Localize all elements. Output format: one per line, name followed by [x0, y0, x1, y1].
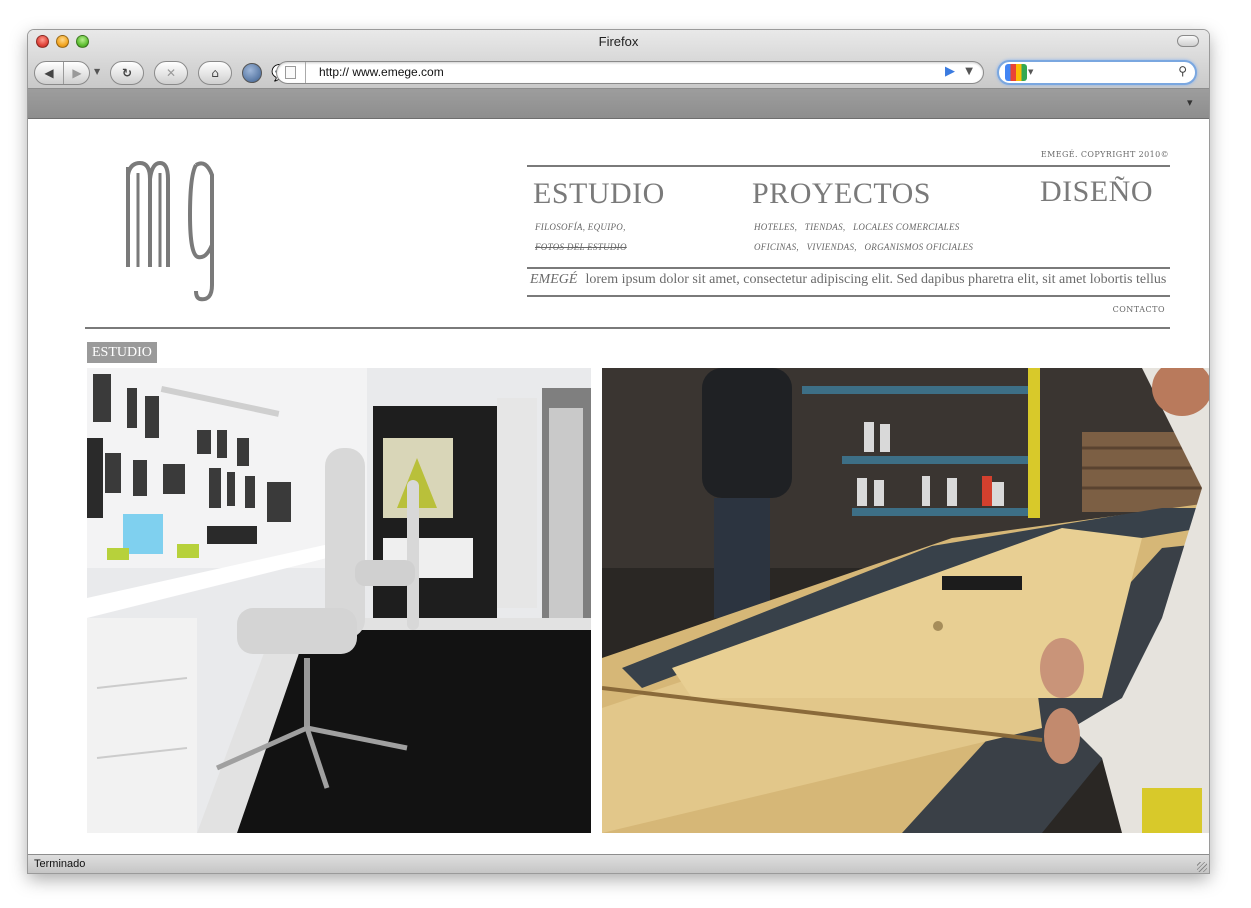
- engine-dropdown-icon[interactable]: ▼: [1028, 68, 1033, 76]
- status-bar: Terminado: [28, 854, 1209, 873]
- toolbar-toggle-button[interactable]: [1177, 35, 1199, 47]
- contact-link[interactable]: CONTACTO: [1113, 305, 1165, 314]
- url-dropdown-icon[interactable]: ▼: [965, 66, 973, 77]
- section-label: ESTUDIO: [87, 342, 157, 363]
- home-icon[interactable]: ⌂: [198, 61, 232, 85]
- page-content: EMEGÉ. COPYRIGHT 2010© ESTUDIO FILOSOFÍA…: [28, 119, 1209, 854]
- proyectos-sub-1[interactable]: HOTELES, TIENDAS, LOCALES COMERCIALES: [754, 222, 960, 232]
- go-arrow-icon[interactable]: ▶: [945, 64, 955, 79]
- persona-icon[interactable]: [242, 63, 262, 83]
- back-arrow-icon[interactable]: ◀: [35, 62, 64, 84]
- proyectos-sub-2[interactable]: OFICINAS, VIVIENDAS, ORGANISMOS OFICIALE…: [754, 242, 973, 252]
- status-text: Terminado: [34, 858, 86, 870]
- search-field[interactable]: ▼ ⚲: [997, 60, 1197, 85]
- window-title: Firefox: [598, 34, 639, 49]
- nav-diseno[interactable]: DISEÑO: [1040, 175, 1153, 209]
- workshop-photo: [602, 368, 1209, 833]
- browser-window: Firefox ◀ ▶ ▼ ↻ ✕ ⌂ 💬 http:// www.emege.…: [28, 30, 1209, 873]
- forward-arrow-icon[interactable]: ▶: [63, 62, 91, 84]
- tagline-text: lorem ipsum dolor sit amet, consectetur …: [585, 272, 1167, 287]
- resize-grip-icon[interactable]: [1197, 862, 1207, 872]
- google-icon[interactable]: [1005, 64, 1027, 81]
- address-separator: [305, 62, 306, 83]
- studio-office-photo: [87, 368, 591, 833]
- history-dropdown-icon[interactable]: ▼: [94, 67, 100, 76]
- estudio-sub-2[interactable]: FOTOS DEL ESTUDIO: [535, 242, 627, 252]
- tagline-brand: EMEGÉ: [530, 272, 578, 287]
- logo-mg[interactable]: [124, 155, 224, 305]
- back-forward-group: ◀ ▶: [34, 61, 90, 85]
- bookmarks-toolbar: ▾: [28, 89, 1209, 119]
- page-icon: [285, 66, 296, 79]
- url-text[interactable]: http:// www.emege.com: [319, 65, 444, 79]
- magnifier-icon[interactable]: ⚲: [1178, 64, 1187, 78]
- lower-rule: [527, 295, 1170, 297]
- nav-proyectos[interactable]: PROYECTOS: [752, 177, 931, 211]
- top-rule: [527, 165, 1170, 167]
- title-bar: Firefox ◀ ▶ ▼ ↻ ✕ ⌂ 💬 http:// www.emege.…: [28, 30, 1209, 89]
- address-bar[interactable]: http:// www.emege.com ▶ ▼: [276, 61, 984, 84]
- reload-icon[interactable]: ↻: [110, 61, 144, 85]
- full-rule: [85, 327, 1170, 329]
- bookmarks-menu-icon[interactable]: ▾: [1187, 97, 1201, 109]
- estudio-sub-1[interactable]: FILOSOFÍA, EQUIPO,: [535, 222, 626, 232]
- copyright-text: EMEGÉ. COPYRIGHT 2010©: [1040, 150, 1169, 159]
- nav-estudio[interactable]: ESTUDIO: [533, 177, 665, 211]
- mid-rule: [527, 267, 1170, 269]
- tagline: EMEGÉ lorem ipsum dolor sit amet, consect…: [530, 272, 1166, 288]
- stop-icon[interactable]: ✕: [154, 61, 188, 85]
